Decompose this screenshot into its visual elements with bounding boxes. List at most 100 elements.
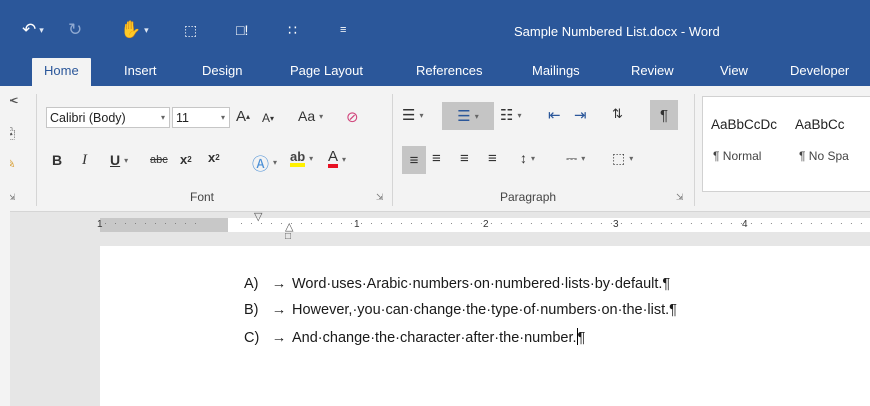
- align-left-button[interactable]: ≡: [402, 146, 426, 174]
- page-break-button[interactable]: □!: [236, 18, 248, 42]
- chevron-down-icon[interactable]: ▾: [581, 154, 585, 163]
- style-no-spacing-name[interactable]: ¶ No Spa: [799, 149, 849, 163]
- chevron-down-icon[interactable]: ▾: [517, 111, 521, 120]
- redo-button[interactable]: ↻: [68, 18, 82, 42]
- highlight-button[interactable]: ab ▾: [290, 150, 313, 167]
- increase-indent-icon: ⇥: [574, 107, 587, 124]
- shading-button[interactable]: ⎓ ▾: [566, 150, 585, 167]
- tab-developer[interactable]: Developer: [778, 58, 861, 86]
- org-chart-button[interactable]: ∷: [288, 18, 297, 42]
- select-objects-button[interactable]: ⬚: [184, 18, 197, 42]
- font-size-value: 11: [176, 110, 189, 125]
- italic-button[interactable]: I: [82, 152, 87, 169]
- font-launcher-icon[interactable]: ⇲: [376, 192, 384, 203]
- chevron-down-icon[interactable]: ▾: [319, 112, 323, 121]
- borders-button[interactable]: ⬚ ▾: [612, 150, 633, 167]
- chevron-down-icon[interactable]: ▾: [342, 155, 346, 164]
- multilevel-list-button[interactable]: ☷ ▾: [500, 106, 521, 124]
- chevron-down-icon[interactable]: ▾: [273, 158, 277, 167]
- pilcrow-icon: ¶: [659, 106, 669, 124]
- undo-icon: ↶: [22, 20, 37, 39]
- justify-button[interactable]: ≡: [488, 150, 497, 167]
- shrink-font-button[interactable]: A ▾: [262, 111, 274, 125]
- font-size-box[interactable]: 11 ▾: [172, 107, 230, 128]
- touch-mode-button[interactable]: ✋ ▾: [120, 18, 149, 42]
- chevron-down-icon[interactable]: ▾: [39, 25, 44, 36]
- line-spacing-button[interactable]: ↕ ▾: [520, 150, 535, 166]
- list-item[interactable]: C) → And·change·the·character·after·the·nu…: [244, 328, 585, 346]
- ruler-ticks: ········································…: [240, 218, 870, 228]
- chevron-down-icon[interactable]: ▾: [161, 113, 165, 122]
- left-indent-marker[interactable]: □: [285, 231, 291, 242]
- chevron-down-icon[interactable]: ▾: [629, 154, 633, 163]
- sort-button[interactable]: ⇅: [612, 106, 623, 122]
- change-case-button[interactable]: Aa ▾: [298, 108, 323, 124]
- style-normal-name[interactable]: ¶ Normal: [713, 149, 761, 163]
- text-effects-button[interactable]: Ⓐ ▾: [252, 150, 277, 175]
- tab-home[interactable]: Home: [32, 58, 91, 86]
- paragraph-launcher-icon[interactable]: ⇲: [676, 192, 684, 203]
- subscript-button[interactable]: x2: [180, 152, 192, 167]
- center-button[interactable]: ≡: [432, 150, 441, 167]
- tab-page-layout[interactable]: Page Layout: [278, 58, 375, 86]
- tab-design[interactable]: Design: [190, 58, 254, 86]
- ribbon-tabs: Home Insert Design Page Layout Reference…: [0, 58, 870, 86]
- align-right-button[interactable]: ≡: [460, 150, 469, 167]
- change-case-label: Aa: [298, 108, 316, 124]
- list-number: B): [244, 302, 259, 318]
- numbering-button[interactable]: ☰ ▾: [442, 102, 494, 130]
- group-separator: [694, 94, 695, 206]
- superscript-button[interactable]: x2: [208, 150, 220, 165]
- strikethrough-button[interactable]: abc: [150, 154, 168, 166]
- chevron-down-icon[interactable]: ▾: [124, 156, 128, 165]
- underline-button[interactable]: U ▾: [110, 152, 128, 168]
- grow-font-button[interactable]: A ▴: [236, 108, 250, 125]
- tab-insert[interactable]: Insert: [112, 58, 169, 86]
- paragraph-mark: ¶: [577, 330, 586, 346]
- chevron-down-icon[interactable]: ▾: [221, 113, 225, 122]
- chevron-down-icon[interactable]: ▾: [309, 154, 313, 163]
- page-break-icon: □!: [236, 22, 249, 38]
- font-name-value: Calibri (Body): [50, 110, 126, 125]
- show-hide-marks-button[interactable]: ¶: [650, 100, 678, 130]
- bold-button[interactable]: B: [52, 152, 62, 168]
- decrease-indent-button[interactable]: ⇤: [548, 106, 561, 124]
- style-normal-sample[interactable]: AaBbCcDc: [711, 117, 777, 132]
- tab-references[interactable]: References: [404, 58, 494, 86]
- style-no-spacing-sample[interactable]: AaBbCc: [795, 117, 845, 132]
- ruler-ticks: ··········: [104, 218, 204, 228]
- eraser-icon: ⊘: [346, 109, 359, 126]
- tab-arrow-icon: →: [271, 302, 287, 318]
- undo-button[interactable]: ↶ ▾: [22, 18, 44, 42]
- increase-indent-button[interactable]: ⇥: [574, 106, 587, 124]
- chevron-down-icon[interactable]: ▾: [419, 111, 423, 120]
- styles-gallery[interactable]: AaBbCcDc ¶ Normal AaBbCc ¶ No Spa: [702, 96, 870, 192]
- tab-view[interactable]: View: [708, 58, 760, 86]
- chevron-down-icon[interactable]: ▾: [531, 154, 535, 163]
- underline-label: U: [110, 152, 121, 168]
- document-page[interactable]: [100, 246, 870, 406]
- document-title: Sample Numbered List.docx - Word: [514, 24, 720, 39]
- superscript-x: x: [208, 150, 216, 165]
- chevron-down-icon[interactable]: ▾: [144, 25, 149, 36]
- bullets-button[interactable]: ☰ ▾: [402, 106, 423, 124]
- list-item-text: However,·you·can·change·the·type·of·numb…: [292, 302, 677, 318]
- superscript-digit: 2: [215, 153, 220, 162]
- list-item[interactable]: B) → However,·you·can·change·the·type·of·n…: [244, 302, 677, 318]
- font-color-button[interactable]: A ▾: [328, 149, 346, 168]
- paint-bucket-icon: ⎓: [566, 150, 578, 166]
- ruler-number: 2: [483, 219, 489, 230]
- chevron-down-icon[interactable]: ▾: [475, 112, 479, 121]
- list-item[interactable]: A) → Word·uses·Arabic·numbers·on·numbered·…: [244, 276, 670, 292]
- highlighter-icon: ab: [290, 150, 306, 167]
- first-line-indent-marker[interactable]: ▽: [254, 210, 262, 223]
- customize-qat-button[interactable]: ≡: [340, 18, 346, 42]
- group-separator: [392, 94, 393, 206]
- clear-formatting-button[interactable]: ⊘: [346, 108, 359, 126]
- line-spacing-icon: ↕: [520, 150, 527, 166]
- numbering-icon: ☰: [457, 108, 471, 125]
- tab-mailings[interactable]: Mailings: [520, 58, 592, 86]
- font-name-box[interactable]: Calibri (Body) ▾: [46, 107, 170, 128]
- tab-review[interactable]: Review: [619, 58, 686, 86]
- select-objects-icon: ⬚: [184, 21, 198, 38]
